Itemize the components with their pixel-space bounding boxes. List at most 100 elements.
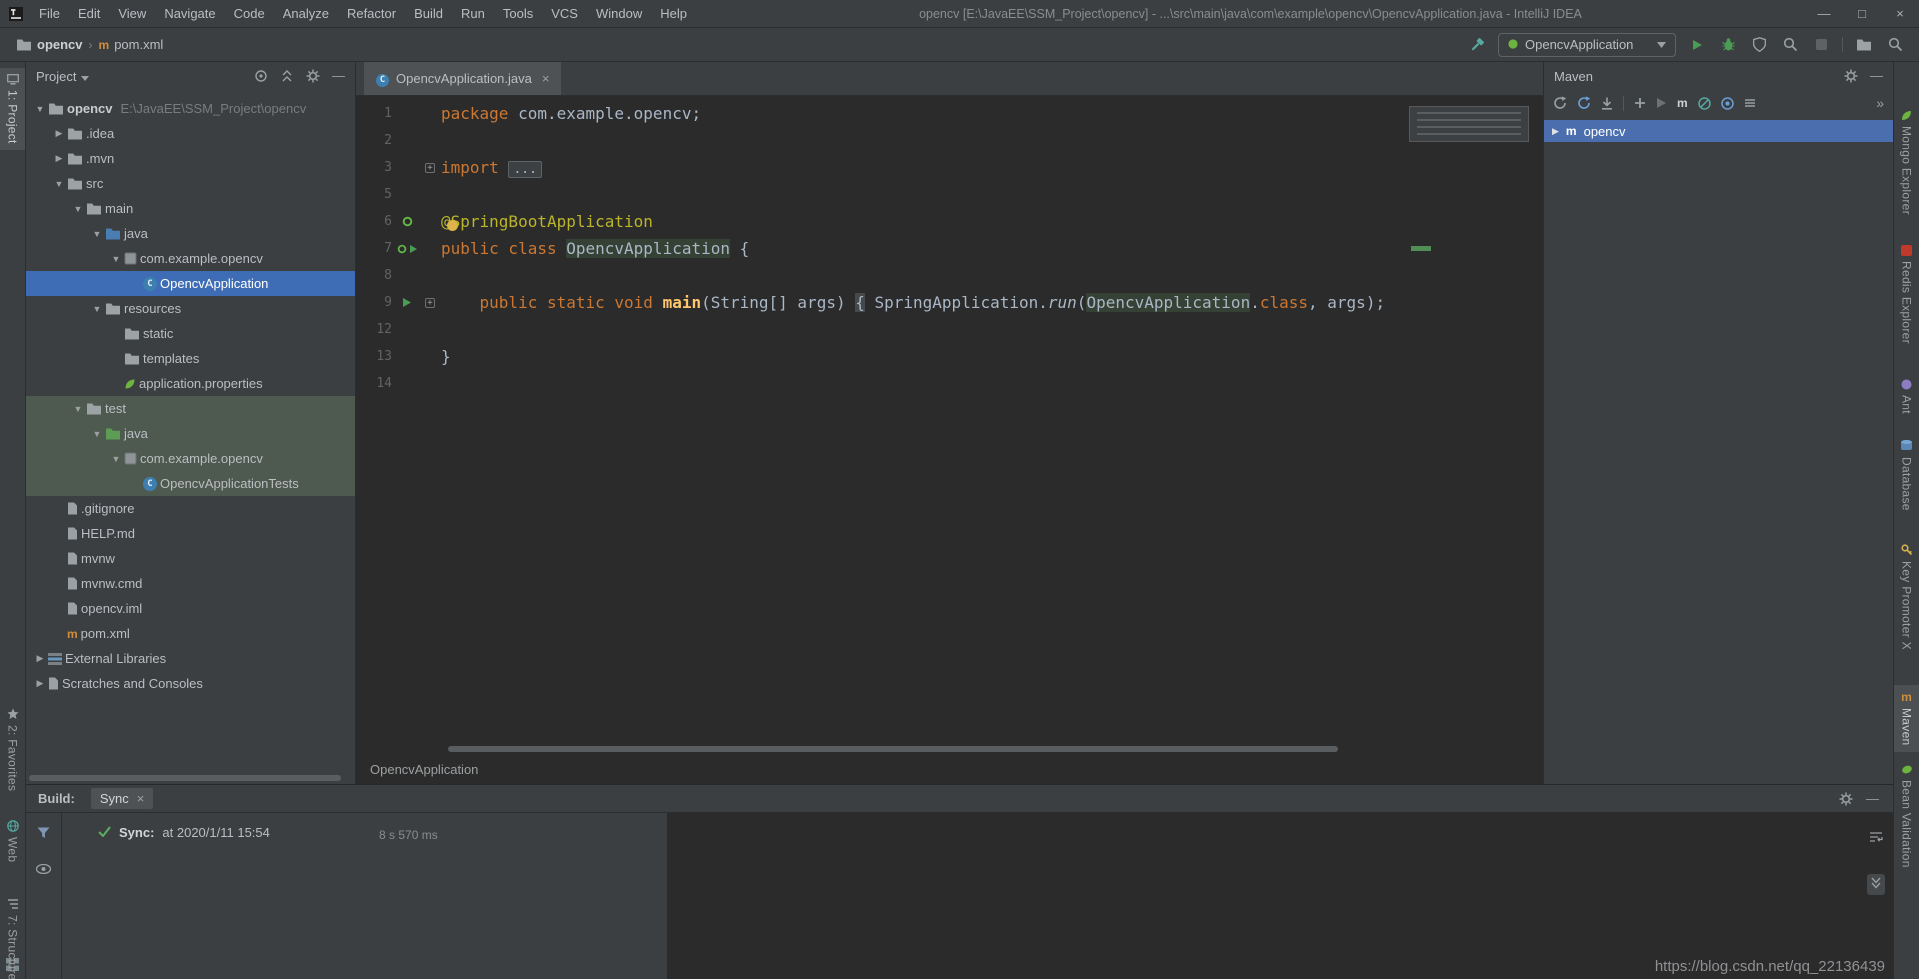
hide-panel-button[interactable]: — bbox=[1870, 71, 1883, 81]
tree-item-idea[interactable]: ▶.idea bbox=[26, 121, 355, 146]
goal-icon[interactable]: m bbox=[1677, 97, 1688, 109]
chevron-down-icon[interactable]: ▼ bbox=[108, 254, 124, 264]
menu-tools[interactable]: Tools bbox=[494, 0, 542, 27]
menu-analyze[interactable]: Analyze bbox=[274, 0, 338, 27]
tree-item-com-example-opencv[interactable]: ▼com.example.opencv bbox=[26, 246, 355, 271]
code-area[interactable]: 1package com.example.opencv;23+import ..… bbox=[356, 96, 1543, 744]
tree-item-opencv-iml[interactable]: opencv.iml bbox=[26, 596, 355, 621]
tree-item-templates[interactable]: templates bbox=[26, 346, 355, 371]
code-line-2[interactable]: 2 bbox=[356, 127, 1543, 154]
chevron-right-icon[interactable]: ▶ bbox=[1552, 126, 1559, 137]
code-line-13[interactable]: 13} bbox=[356, 343, 1543, 370]
code-line-8[interactable]: 8 bbox=[356, 262, 1543, 289]
stripe-button-redis-explorer[interactable]: Redis Explorer bbox=[1894, 239, 1919, 350]
run-gray-icon[interactable] bbox=[1656, 97, 1667, 109]
run-gutter-icon[interactable] bbox=[392, 297, 422, 308]
coverage-button[interactable] bbox=[1749, 35, 1769, 55]
hide-panel-button[interactable]: — bbox=[332, 71, 345, 81]
close-button[interactable]: × bbox=[1881, 0, 1919, 27]
menu-navigate[interactable]: Navigate bbox=[155, 0, 224, 27]
tree-item-src[interactable]: ▼src bbox=[26, 171, 355, 196]
menu-run[interactable]: Run bbox=[452, 0, 494, 27]
tree-item-resources[interactable]: ▼resources bbox=[26, 296, 355, 321]
editor-breadcrumb[interactable]: OpencvApplication bbox=[356, 754, 1543, 784]
stripe-button-2-favorites[interactable]: 2: Favorites bbox=[0, 702, 25, 797]
code-line-5[interactable]: 5 bbox=[356, 181, 1543, 208]
tree-item-com-example-opencv[interactable]: ▼com.example.opencv bbox=[26, 446, 355, 471]
tree-item-opencvapplication[interactable]: COpencvApplication bbox=[26, 271, 355, 296]
tree-item-java[interactable]: ▼java bbox=[26, 421, 355, 446]
runclass-gutter-icon[interactable] bbox=[392, 244, 422, 254]
menu-edit[interactable]: Edit bbox=[69, 0, 109, 27]
collapse-all-button[interactable] bbox=[280, 69, 294, 83]
debug-button[interactable] bbox=[1718, 35, 1738, 55]
fold-marker-icon[interactable]: + bbox=[425, 163, 435, 173]
stripe-button-7-structure[interactable]: 7: Structure bbox=[0, 892, 25, 979]
stripe-button-ant[interactable]: Ant bbox=[1894, 373, 1919, 420]
tree-item-application-properties[interactable]: application.properties bbox=[26, 371, 355, 396]
breadcrumb-item-pom-xml[interactable]: mpom.xml bbox=[99, 37, 164, 52]
tree-item-test[interactable]: ▼test bbox=[26, 396, 355, 421]
run-button[interactable] bbox=[1687, 35, 1707, 55]
menu-vcs[interactable]: VCS bbox=[542, 0, 587, 27]
tree-item-gitignore[interactable]: .gitignore bbox=[26, 496, 355, 521]
tree-item-external-libraries[interactable]: ▶External Libraries bbox=[26, 646, 355, 671]
chevron-right-icon[interactable]: ▶ bbox=[32, 653, 48, 664]
maximize-button[interactable]: □ bbox=[1843, 0, 1881, 27]
menu-file[interactable]: File bbox=[30, 0, 69, 27]
menu-view[interactable]: View bbox=[109, 0, 155, 27]
code-line-7[interactable]: 7public class OpencvApplication { bbox=[356, 235, 1543, 262]
build-tab-sync[interactable]: Sync × bbox=[91, 788, 154, 809]
menu-window[interactable]: Window bbox=[587, 0, 651, 27]
locate-file-button[interactable] bbox=[254, 69, 268, 83]
tree-item-help-md[interactable]: HELP.md bbox=[26, 521, 355, 546]
stripe-button-database[interactable]: Database bbox=[1894, 434, 1919, 517]
code-line-9[interactable]: 9+ public static void main(String[] args… bbox=[356, 289, 1543, 316]
maven-project-opencv[interactable]: ▶mopencv bbox=[1544, 120, 1893, 142]
stripe-button-web[interactable]: Web bbox=[0, 814, 25, 868]
fold-marker-icon[interactable]: + bbox=[425, 298, 435, 308]
project-structure-button[interactable] bbox=[1854, 35, 1874, 55]
chevron-down-icon[interactable]: ▼ bbox=[70, 404, 86, 414]
minimize-button[interactable]: — bbox=[1805, 0, 1843, 27]
tree-item-opencvapplicationtests[interactable]: COpencvApplicationTests bbox=[26, 471, 355, 496]
soft-wrap-icon[interactable] bbox=[1869, 831, 1883, 846]
project-tree-hscrollbar[interactable] bbox=[29, 775, 341, 781]
tree-item-pom-xml[interactable]: mpom.xml bbox=[26, 621, 355, 646]
menu-code[interactable]: Code bbox=[225, 0, 274, 27]
download-icon[interactable] bbox=[1601, 97, 1613, 110]
editor-tab[interactable]: C OpencvApplication.java × bbox=[364, 62, 561, 95]
stripe-button-key-promoter-x[interactable]: Key Promoter X bbox=[1894, 538, 1919, 656]
menu-help[interactable]: Help bbox=[651, 0, 696, 27]
tree-item-static[interactable]: static bbox=[26, 321, 355, 346]
sync-icon[interactable] bbox=[1577, 96, 1591, 110]
chevron-right-icon[interactable]: ▶ bbox=[51, 128, 67, 139]
close-tab-icon[interactable]: × bbox=[137, 791, 145, 806]
filter-icon[interactable] bbox=[37, 827, 50, 842]
close-tab-icon[interactable]: × bbox=[542, 71, 550, 86]
toggle-icon[interactable] bbox=[1721, 97, 1734, 110]
refresh-icon[interactable] bbox=[1553, 96, 1567, 110]
chevron-down-icon[interactable]: ▼ bbox=[70, 204, 86, 214]
tree-item-scratches-and-consoles[interactable]: ▶Scratches and Consoles bbox=[26, 671, 355, 696]
chevron-right-icon[interactable]: ▶ bbox=[51, 153, 67, 164]
hide-panel-button[interactable]: — bbox=[1866, 794, 1879, 804]
scroll-to-end-icon[interactable] bbox=[1867, 874, 1885, 895]
chevron-down-icon[interactable]: ▼ bbox=[89, 304, 105, 314]
tree-item-mvnw[interactable]: mvnw bbox=[26, 546, 355, 571]
tree-item-mvn[interactable]: ▶.mvn bbox=[26, 146, 355, 171]
sync-status-row[interactable]: Sync: at 2020/1/11 15:54 bbox=[98, 825, 270, 840]
code-line-3[interactable]: 3+import ... bbox=[356, 154, 1543, 181]
menu-refactor[interactable]: Refactor bbox=[338, 0, 405, 27]
chevron-down-icon[interactable]: ▼ bbox=[89, 229, 105, 239]
tree-item-java[interactable]: ▼java bbox=[26, 221, 355, 246]
settings-gear-button[interactable] bbox=[306, 69, 320, 83]
stripe-button-mongo-explorer[interactable]: Mongo Explorer bbox=[1894, 104, 1919, 221]
chevron-down-icon[interactable]: ▼ bbox=[51, 179, 67, 189]
chevron-down-icon[interactable] bbox=[81, 69, 89, 84]
build-hammer-button[interactable] bbox=[1467, 35, 1487, 55]
code-line-1[interactable]: 1package com.example.opencv; bbox=[356, 100, 1543, 127]
plus-icon[interactable] bbox=[1634, 97, 1646, 109]
stripe-button-bean-validation[interactable]: Bean Validation bbox=[1894, 758, 1919, 874]
tree-item-mvnw-cmd[interactable]: mvnw.cmd bbox=[26, 571, 355, 596]
